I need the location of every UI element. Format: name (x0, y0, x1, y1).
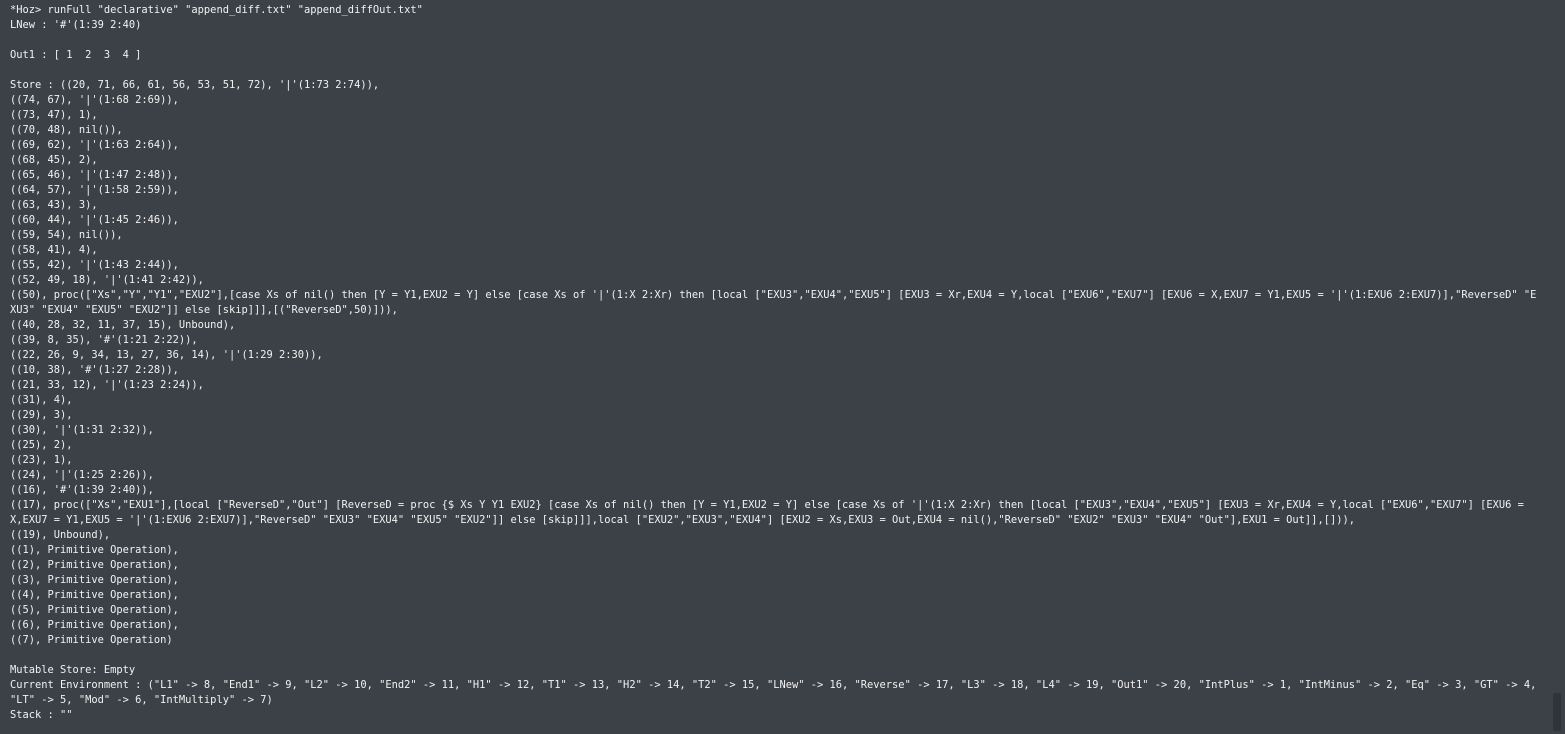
terminal-line: ((24), '|'(1:25 2:26)), (10, 469, 154, 481)
terminal-line: ((29), 3), (10, 409, 73, 421)
terminal-line: ((60, 44), '|'(1:45 2:46)), (10, 214, 179, 226)
scrollbar-thumb[interactable] (1553, 693, 1561, 731)
terminal-line: ((17), proc(["Xs","EXU1"],[local ["Rever… (10, 499, 1531, 526)
terminal-line: ((2), Primitive Operation), (10, 559, 179, 571)
terminal-line: ((73, 47), 1), (10, 109, 98, 121)
terminal-line: Stack : "" (10, 709, 73, 721)
terminal-line: ((7), Primitive Operation) (10, 634, 173, 646)
terminal-line: ((3), Primitive Operation), (10, 574, 179, 586)
terminal-line: LNew : '#'(1:39 2:40) (10, 19, 142, 31)
terminal-line: ((16), '#'(1:39 2:40)), (10, 484, 154, 496)
terminal-line: Out1 : [ 1 2 3 4 ] (10, 49, 142, 61)
terminal-line: ((40, 28, 32, 11, 37, 15), Unbound), (10, 319, 236, 331)
terminal-line: ((10, 38), '#'(1:27 2:28)), (10, 364, 179, 376)
terminal-line: ((58, 41), 4), (10, 244, 98, 256)
terminal-line: ((55, 42), '|'(1:43 2:44)), (10, 259, 179, 271)
terminal-line: ((39, 8, 35), '#'(1:21 2:22)), (10, 334, 198, 346)
terminal-line: ((25), 2), (10, 439, 73, 451)
terminal-line: ((22, 26, 9, 34, 13, 27, 36, 14), '|'(1:… (10, 349, 323, 361)
terminal-line: Mutable Store: Empty (10, 664, 136, 676)
terminal-line: ((63, 43), 3), (10, 199, 98, 211)
terminal-line: ((30), '|'(1:31 2:32)), (10, 424, 154, 436)
terminal-line: ((4), Primitive Operation), (10, 589, 179, 601)
terminal-line: ((74, 67), '|'(1:68 2:69)), (10, 94, 179, 106)
terminal-line: ((52, 49, 18), '|'(1:41 2:42)), (10, 274, 204, 286)
terminal-line: ((5), Primitive Operation), (10, 604, 179, 616)
terminal-line: ((23), 1), (10, 454, 73, 466)
terminal-line: ((70, 48), nil()), (10, 124, 123, 136)
terminal-line: *Hoz> runFull "declarative" "append_diff… (10, 4, 423, 16)
terminal-line: ((19), Unbound), (10, 529, 111, 541)
terminal-line: ((31), 4), (10, 394, 73, 406)
terminal-line: ((1), Primitive Operation), (10, 544, 179, 556)
terminal-line: ((69, 62), '|'(1:63 2:64)), (10, 139, 179, 151)
terminal-output[interactable]: *Hoz> runFull "declarative" "append_diff… (0, 0, 1565, 734)
terminal-line: ((59, 54), nil()), (10, 229, 123, 241)
terminal-line: ((64, 57), '|'(1:58 2:59)), (10, 184, 179, 196)
terminal-line: ((21, 33, 12), '|'(1:23 2:24)), (10, 379, 204, 391)
terminal-line: ((65, 46), '|'(1:47 2:48)), (10, 169, 179, 181)
terminal-line: Store : ((20, 71, 66, 61, 56, 53, 51, 72… (10, 79, 380, 91)
terminal-line: Current Environment : ("L1" -> 8, "End1"… (10, 679, 1543, 706)
terminal-line: ((68, 45), 2), (10, 154, 98, 166)
terminal-line: ((6), Primitive Operation), (10, 619, 179, 631)
terminal-line: ((50), proc(["Xs","Y","Y1","EXU2"],[case… (10, 289, 1537, 316)
